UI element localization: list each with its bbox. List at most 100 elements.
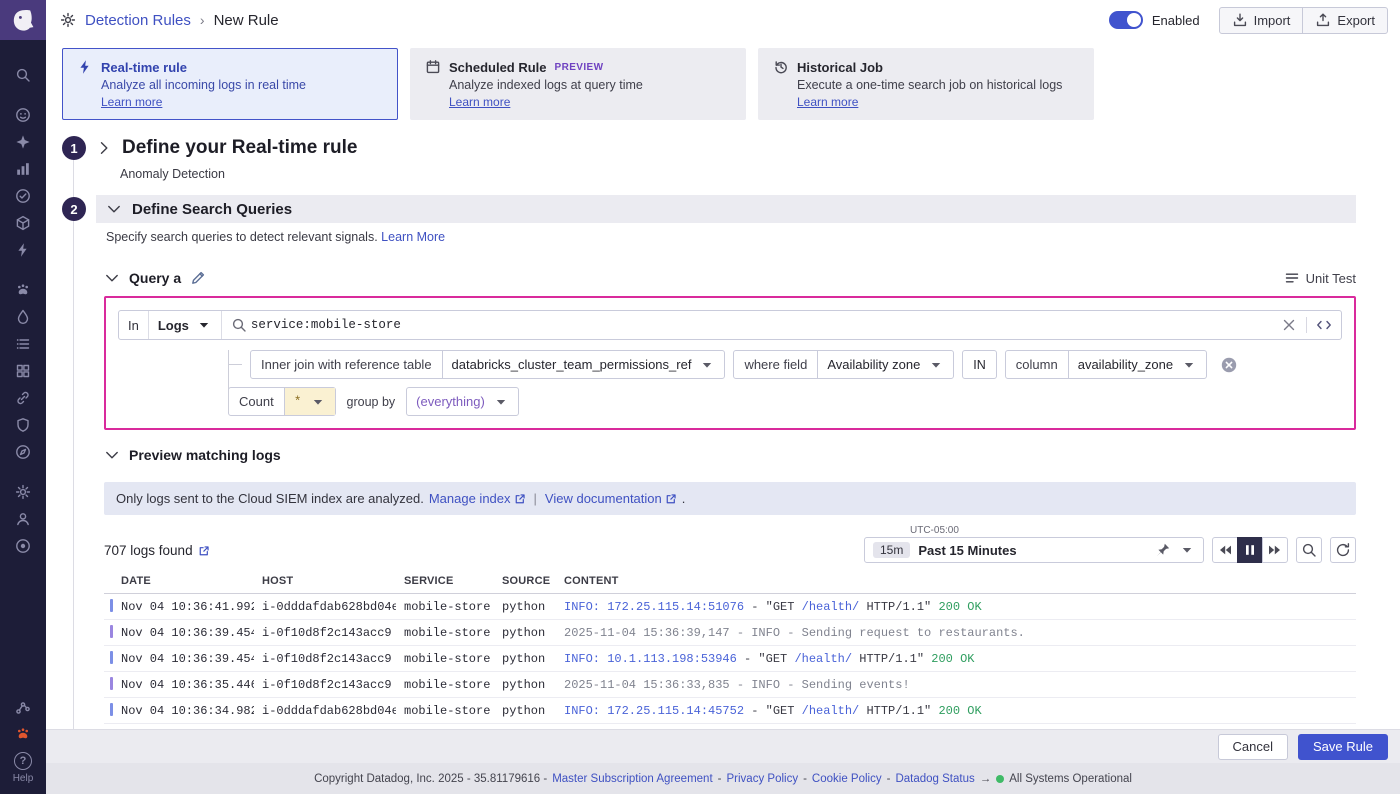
reference-table-dropdown[interactable]: databricks_cluster_team_permissions_ref — [442, 351, 725, 378]
enabled-toggle[interactable] — [1109, 11, 1143, 29]
dashboards-icon[interactable] — [10, 362, 36, 379]
clear-query-icon[interactable] — [1281, 317, 1297, 333]
step-2-title: Define Search Queries — [132, 201, 292, 218]
open-in-log-explorer-icon[interactable] — [198, 545, 210, 557]
query-header: Query a Unit Test — [104, 264, 1356, 292]
cancel-button[interactable]: Cancel — [1218, 734, 1288, 760]
integrations-icon[interactable] — [10, 389, 36, 406]
learn-more-link[interactable]: Learn more — [797, 95, 858, 109]
fast-forward-button[interactable] — [1262, 537, 1288, 563]
group-by-dropdown[interactable]: (everything) — [407, 388, 518, 415]
column-header-service[interactable]: SERVICE — [396, 571, 494, 594]
step-2-collapse-chevron-icon[interactable] — [106, 201, 122, 217]
where-field-label: where field — [734, 357, 817, 372]
compliance-icon[interactable] — [10, 416, 36, 433]
rule-type-description: Execute a one-time search job on histori… — [797, 78, 1079, 92]
time-range-picker[interactable]: 15m Past 15 Minutes — [864, 537, 1204, 563]
step-2-indicator: 2 — [62, 197, 86, 221]
breadcrumb-detection-rules[interactable]: Detection Rules — [85, 12, 191, 29]
rule-type-card-historical-job[interactable]: Historical JobExecute a one-time search … — [758, 48, 1094, 120]
apm-icon[interactable] — [10, 133, 36, 150]
field-value: Availability zone — [827, 357, 920, 372]
footer-link-datadog-status[interactable]: Datadog Status — [895, 773, 974, 785]
pin-time-range-icon[interactable] — [1155, 542, 1171, 558]
datadog-logo[interactable] — [0, 0, 46, 40]
column-header-date[interactable]: DATE — [104, 571, 254, 594]
where-field-control: where field Availability zone — [733, 350, 954, 379]
column-header-source[interactable]: SOURCE — [494, 571, 556, 594]
preview-collapse-chevron-icon[interactable] — [104, 447, 120, 463]
join-control: Inner join with reference table databric… — [250, 350, 725, 379]
learn-more-link[interactable]: Learn More — [381, 230, 445, 244]
search-query-input[interactable]: service:mobile-store — [251, 318, 401, 332]
manage-index-link[interactable]: Manage index — [429, 491, 526, 506]
settings-icon[interactable] — [10, 483, 36, 500]
rule-type-card-scheduled-rule[interactable]: Scheduled RulePREVIEWAnalyze indexed log… — [410, 48, 746, 120]
column-header-host[interactable]: HOST — [254, 571, 396, 594]
log-row[interactable]: Nov 04 10:36:39.454i-0f10d8f2c143acc9mob… — [104, 620, 1356, 646]
sidebar-nav — [0, 66, 46, 748]
refresh-button[interactable] — [1330, 537, 1356, 563]
synthetics-icon[interactable] — [10, 443, 36, 460]
learn-more-link[interactable]: Learn more — [101, 95, 162, 109]
rule-type-card-real-time-rule[interactable]: Real-time ruleAnalyze all incoming logs … — [62, 48, 398, 120]
column-header-content[interactable]: CONTENT — [556, 571, 1356, 594]
rewind-button[interactable] — [1212, 537, 1238, 563]
save-rule-button[interactable]: Save Rule — [1298, 734, 1388, 760]
search-icon[interactable] — [10, 66, 36, 83]
source-type-dropdown[interactable]: Logs — [149, 311, 222, 339]
log-source: python — [494, 698, 556, 724]
pause-icon — [1242, 542, 1258, 558]
containers-icon[interactable] — [10, 214, 36, 231]
zoom-button[interactable] — [1296, 537, 1322, 563]
chevron-down-icon — [493, 394, 509, 410]
import-button[interactable]: Import — [1219, 7, 1304, 34]
security-icon[interactable] — [10, 308, 36, 325]
log-content: 2025-11-04 15:36:33,835 - INFO - Sending… — [556, 672, 1356, 698]
ci-icon[interactable] — [10, 537, 36, 554]
settings-gear-icon[interactable] — [60, 12, 76, 28]
search-icon — [231, 317, 247, 333]
network-icon[interactable] — [10, 281, 36, 298]
log-row[interactable]: Nov 04 10:36:34.982i-0dddafdab628bd04emo… — [104, 698, 1356, 724]
events-icon[interactable] — [10, 241, 36, 258]
preview-logs-title: Preview matching logs — [129, 447, 281, 463]
flow-icon[interactable] — [10, 698, 36, 715]
watchdog-icon[interactable] — [10, 106, 36, 123]
time-range-short: 15m — [873, 542, 910, 558]
source-type-value: Logs — [158, 318, 189, 333]
view-documentation-link[interactable]: View documentation — [545, 491, 677, 506]
footer-link-cookie-policy[interactable]: Cookie Policy — [812, 773, 882, 785]
log-search-bar[interactable]: In Logs service:mobile-store — [118, 310, 1342, 340]
remove-join-icon[interactable] — [1221, 357, 1237, 373]
pause-button[interactable] — [1237, 537, 1263, 563]
export-button[interactable]: Export — [1302, 7, 1388, 34]
group-by-value: (everything) — [416, 394, 485, 409]
step-1-collapse-chevron-icon[interactable] — [96, 140, 112, 156]
sidebar: ? Help — [0, 0, 46, 794]
query-collapse-chevron-icon[interactable] — [104, 270, 120, 286]
column-value: availability_zone — [1078, 357, 1173, 372]
count-argument-dropdown[interactable]: * — [284, 388, 335, 415]
profile-icon[interactable] — [10, 510, 36, 527]
monitors-icon[interactable] — [10, 187, 36, 204]
log-row[interactable]: Nov 04 10:36:41.992i-0dddafdab628bd04emo… — [104, 594, 1356, 620]
unit-test-button[interactable]: Unit Test — [1284, 270, 1356, 286]
log-row[interactable]: Nov 04 10:36:35.446i-0f10d8f2c143acc9mob… — [104, 672, 1356, 698]
column-dropdown[interactable]: availability_zone — [1068, 351, 1206, 378]
unit-test-icon — [1284, 270, 1300, 286]
unit-test-label: Unit Test — [1306, 271, 1356, 286]
code-view-toggle-icon[interactable] — [1316, 317, 1332, 333]
edit-query-name-icon[interactable] — [190, 270, 206, 286]
aggregation-row: Count * group by (everything) — [228, 387, 1342, 416]
bits-ai-icon[interactable] — [10, 725, 36, 742]
learn-more-link[interactable]: Learn more — [449, 95, 510, 109]
footer-link-privacy-policy[interactable]: Privacy Policy — [727, 773, 799, 785]
metrics-icon[interactable] — [10, 160, 36, 177]
footer-link-master-subscription-agreement[interactable]: Master Subscription Agreement — [552, 773, 712, 785]
logs-icon[interactable] — [10, 335, 36, 352]
help-button[interactable]: ? Help — [13, 748, 34, 794]
log-row[interactable]: Nov 04 10:36:39.454i-0f10d8f2c143acc9mob… — [104, 646, 1356, 672]
field-dropdown[interactable]: Availability zone — [817, 351, 953, 378]
rule-type-title: Scheduled Rule — [449, 60, 547, 75]
